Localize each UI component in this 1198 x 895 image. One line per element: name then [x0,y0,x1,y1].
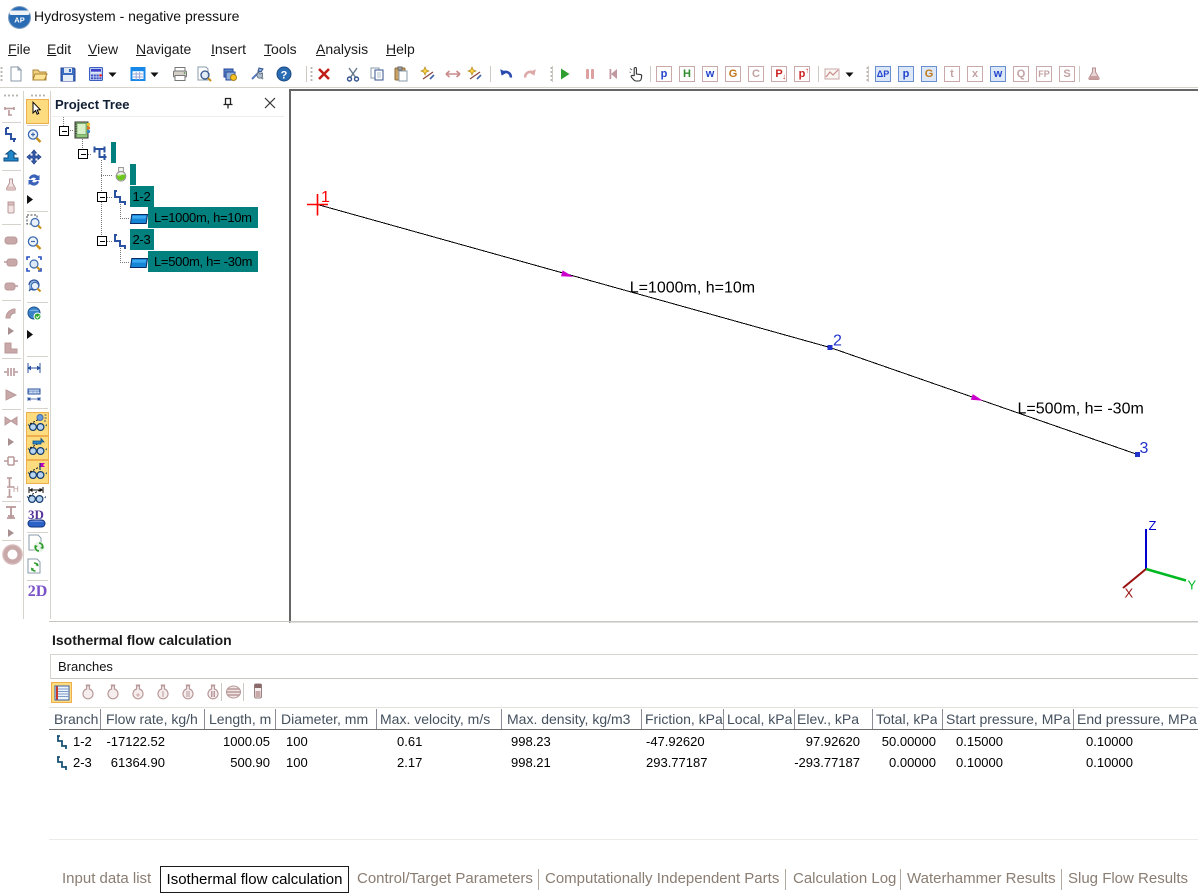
svg-text:X: X [1125,586,1134,601]
svg-text:Z: Z [1149,518,1157,533]
svg-text:L=1000m, h=10m: L=1000m, h=10m [630,280,755,297]
svg-text:2: 2 [833,333,842,350]
svg-text:3: 3 [1140,440,1149,457]
svg-text:1: 1 [321,189,330,206]
svg-text:Y: Y [1188,578,1197,593]
svg-text:L=500m, h= -30m: L=500m, h= -30m [1018,401,1144,418]
